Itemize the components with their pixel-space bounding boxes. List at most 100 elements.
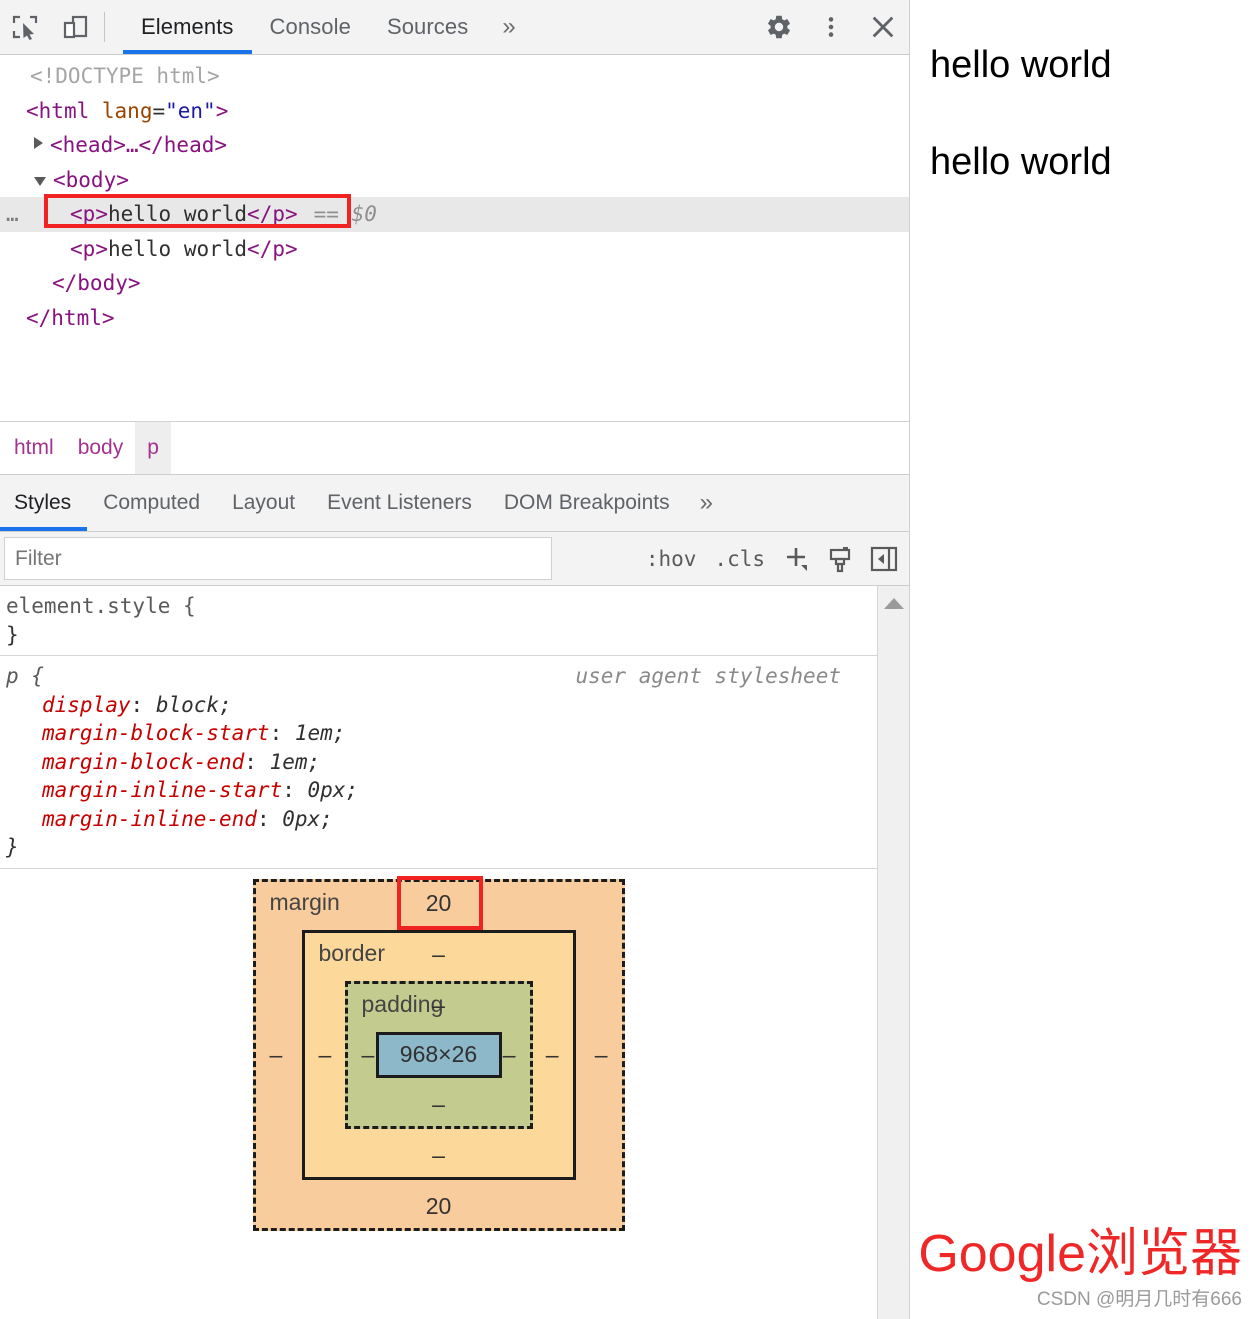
tab-layout-label: Layout bbox=[232, 491, 296, 514]
dom-row-html-close[interactable]: </html> bbox=[0, 301, 909, 336]
dom-row-doctype[interactable]: <!DOCTYPE html> bbox=[0, 59, 909, 94]
decl-margin-inline-end-prop: margin-inline-end bbox=[42, 806, 257, 831]
box-model-border-right[interactable]: – bbox=[546, 1043, 559, 1066]
more-tabs-chevron-icon[interactable]: » bbox=[486, 0, 531, 54]
box-model-padding-top[interactable]: – bbox=[432, 993, 445, 1017]
styles-sidebar-tabs: Styles Computed Layout Event Listeners D… bbox=[0, 474, 909, 532]
attr-value-lang: "en" bbox=[165, 98, 216, 123]
close-icon[interactable] bbox=[857, 0, 909, 54]
box-model-margin-top[interactable]: 20 bbox=[426, 891, 452, 915]
box-model-border-top[interactable]: – bbox=[432, 942, 445, 966]
cls-toggle-button[interactable]: .cls bbox=[706, 547, 773, 571]
box-model-padding-left[interactable]: – bbox=[362, 1043, 375, 1066]
selected-node-ref: == $0 bbox=[313, 202, 377, 226]
styles-actions: :hov .cls bbox=[552, 532, 909, 585]
tag-name-html: html bbox=[38, 98, 90, 123]
tab-sources-label: Sources bbox=[386, 14, 469, 39]
watermark: Google浏览器 CSDN @明月几时有666 bbox=[918, 1226, 1242, 1311]
box-model-border[interactable]: border – – – – padding – – – – 968×26 bbox=[301, 929, 576, 1180]
dom-row-p-second[interactable]: < p > hello world </p > bbox=[0, 232, 909, 267]
filter-input[interactable] bbox=[4, 537, 552, 580]
decl-margin-inline-start-value: 0px; bbox=[307, 778, 359, 802]
dom-row-p-selected[interactable]: … < p > hello world </p > == $0 bbox=[0, 197, 909, 232]
decl-display-value: block; bbox=[155, 692, 232, 717]
plus-icon[interactable] bbox=[775, 532, 817, 585]
tab-styles[interactable]: Styles bbox=[0, 475, 88, 531]
decl-margin-inline-end-value: 0px; bbox=[282, 806, 333, 831]
breadcrumb-item-body-label: body bbox=[77, 436, 124, 459]
p-text-2: hello world bbox=[107, 236, 248, 261]
rule-p-origin: user agent stylesheet bbox=[575, 664, 841, 688]
decl-margin-inline-end[interactable]: margin-inline-end: 0px; bbox=[6, 805, 877, 834]
dom-row-body-open[interactable]: <body> bbox=[0, 163, 909, 198]
box-model-margin-right[interactable]: – bbox=[595, 1043, 608, 1066]
box-model-margin[interactable]: margin 20 20 – – border – – – – padding … bbox=[252, 878, 625, 1231]
styles-filter-bar: :hov .cls bbox=[0, 532, 909, 586]
dom-row-body-close[interactable]: </body> bbox=[0, 266, 909, 301]
box-model-border-bottom[interactable]: – bbox=[432, 1143, 445, 1167]
collapse-triangle-icon[interactable] bbox=[34, 177, 46, 187]
screenshot-root: Elements Console Sources » <!DOCTYPE htm… bbox=[0, 0, 1256, 1319]
box-model-content-size: 968×26 bbox=[399, 1041, 478, 1067]
box-model-margin-bottom[interactable]: 20 bbox=[426, 1194, 452, 1218]
box-model-border-left[interactable]: – bbox=[319, 1043, 332, 1066]
expand-triangle-icon[interactable] bbox=[34, 137, 43, 150]
decl-margin-block-end-value: 1em; bbox=[269, 749, 321, 774]
rendered-page-view: hello world hello world Google浏览器 CSDN @… bbox=[910, 0, 1256, 1319]
html-close-text: </html> bbox=[26, 305, 115, 330]
head-node-text: <head>…</head> bbox=[50, 133, 228, 157]
tab-event-listeners-label: Event Listeners bbox=[327, 491, 472, 514]
rule-element-style[interactable]: element.style { } bbox=[0, 586, 877, 656]
breadcrumb: html body p bbox=[0, 421, 909, 474]
tag-name-p-2-close: p bbox=[272, 236, 285, 261]
rule-element-style-close: } bbox=[6, 622, 19, 647]
tab-console[interactable]: Console bbox=[252, 0, 369, 54]
tab-layout[interactable]: Layout bbox=[216, 475, 311, 531]
decl-margin-block-end-prop: margin-block-end bbox=[42, 749, 245, 774]
rule-element-style-selector: element.style { bbox=[6, 594, 196, 618]
toggle-sidebar-icon[interactable] bbox=[863, 532, 905, 585]
decl-margin-inline-start[interactable]: margin-inline-start: 0px; bbox=[6, 776, 877, 805]
rule-p-ua[interactable]: p { user agent stylesheet display: block… bbox=[0, 656, 877, 869]
box-model-padding[interactable]: padding – – – – 968×26 bbox=[344, 980, 533, 1129]
inspect-element-icon[interactable] bbox=[0, 0, 50, 54]
tag-name-p-2: p bbox=[82, 236, 96, 261]
breadcrumb-item-body[interactable]: body bbox=[66, 422, 136, 474]
tab-computed[interactable]: Computed bbox=[87, 475, 216, 531]
tab-event-listeners[interactable]: Event Listeners bbox=[311, 475, 488, 531]
devtools-tab-list: Elements Console Sources » bbox=[123, 0, 532, 54]
device-toolbar-icon[interactable] bbox=[50, 0, 100, 54]
tab-dom-breakpoints[interactable]: DOM Breakpoints bbox=[488, 475, 686, 531]
decl-margin-block-start-value: 1em; bbox=[294, 721, 346, 745]
gear-icon[interactable] bbox=[753, 0, 805, 54]
node-ellipsis-menu-icon[interactable]: … bbox=[6, 197, 20, 232]
box-model-padding-bottom[interactable]: – bbox=[432, 1092, 445, 1116]
paintbrush-icon[interactable] bbox=[819, 532, 861, 585]
decl-margin-block-start[interactable]: margin-block-start: 1em; bbox=[6, 719, 877, 748]
breadcrumb-item-p[interactable]: p bbox=[135, 422, 171, 474]
box-model-padding-right[interactable]: – bbox=[503, 1043, 516, 1066]
tab-elements[interactable]: Elements bbox=[123, 0, 252, 54]
tab-sources[interactable]: Sources bbox=[369, 0, 486, 54]
hov-toggle-button[interactable]: :hov bbox=[638, 547, 705, 571]
tag-name-p-1: p bbox=[82, 202, 96, 226]
dom-row-html-open[interactable]: < html lang = "en" > bbox=[0, 94, 909, 129]
dom-row-head[interactable]: <head>…</head> bbox=[0, 128, 909, 163]
decl-margin-block-end[interactable]: margin-block-end: 1em; bbox=[6, 748, 877, 777]
styles-scrollbar[interactable] bbox=[877, 586, 909, 1319]
more-vertical-icon[interactable] bbox=[805, 0, 857, 54]
dom-tree[interactable]: <!DOCTYPE html> < html lang = "en" > <head>…… bbox=[0, 55, 909, 421]
breadcrumb-item-html[interactable]: html bbox=[2, 422, 66, 474]
page-paragraph-1: hello world bbox=[930, 44, 1112, 86]
page-paragraph-2: hello world bbox=[930, 141, 1112, 183]
devtools-panel: Elements Console Sources » <!DOCTYPE htm… bbox=[0, 0, 910, 1319]
styles-pane: element.style { } p { user agent stylesh… bbox=[0, 586, 909, 1319]
scroll-up-arrow-icon[interactable] bbox=[883, 598, 904, 609]
box-model-margin-left[interactable]: – bbox=[270, 1043, 283, 1066]
sidebar-more-tabs-chevron-icon[interactable]: » bbox=[686, 475, 727, 531]
tab-computed-label: Computed bbox=[103, 491, 201, 514]
box-model-content[interactable]: 968×26 bbox=[375, 1031, 502, 1078]
decl-display[interactable]: display: block; bbox=[6, 691, 877, 720]
tab-dom-breakpoints-label: DOM Breakpoints bbox=[503, 491, 670, 514]
tab-styles-label: Styles bbox=[14, 491, 72, 514]
